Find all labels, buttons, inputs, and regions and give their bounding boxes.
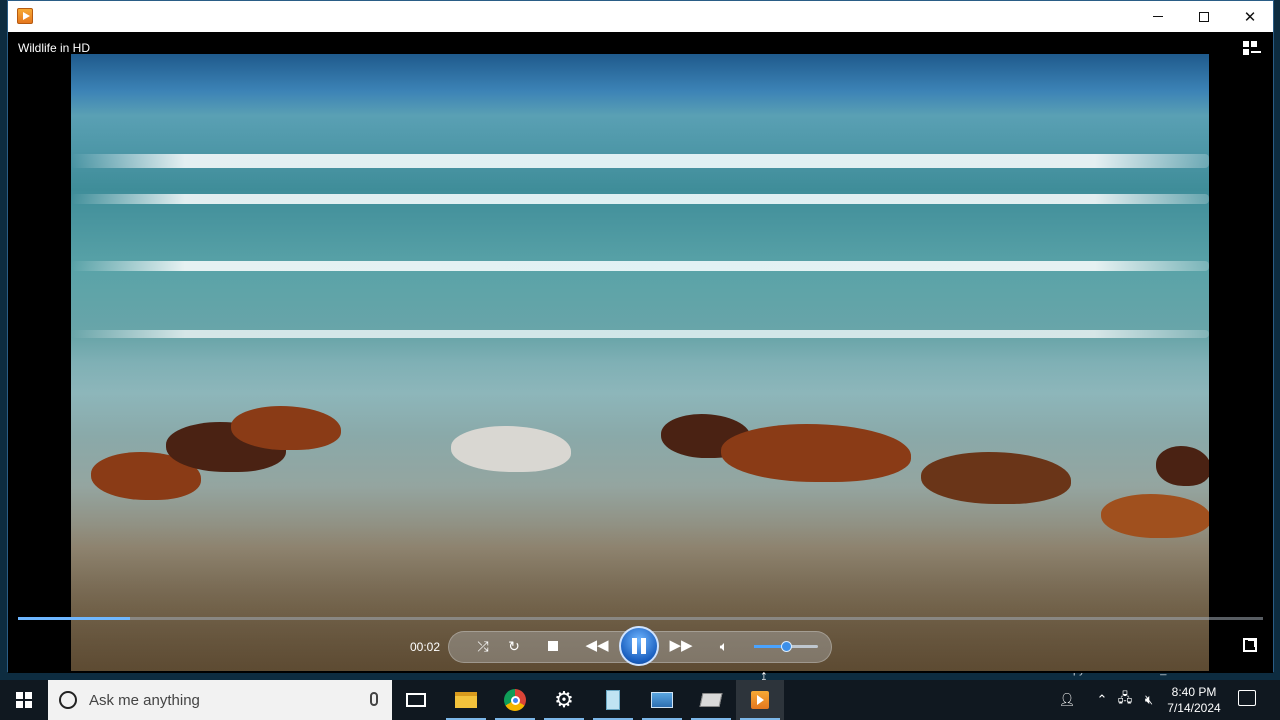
task-view-icon (406, 693, 426, 707)
rewind-icon: ◀◀ (585, 637, 609, 654)
chrome-button[interactable] (491, 680, 539, 720)
chevron-up-icon: ⌃ (1096, 692, 1108, 707)
clock-date: 7/14/2024 (1167, 701, 1221, 715)
speaker-icon: 🔈︎ (719, 637, 729, 654)
horse (1156, 446, 1209, 486)
clock-time: 8:40 PM (1171, 685, 1217, 699)
video-title: Wildlife in HD (18, 41, 91, 55)
wave (71, 154, 1209, 168)
elapsed-time: 00:02 (410, 640, 441, 654)
package-icon (699, 693, 723, 707)
pause-icon-bar (641, 638, 646, 654)
wave (71, 194, 1209, 204)
cortana-icon (59, 691, 77, 709)
video-area[interactable]: Wildlife in HD 00:02 ⤮ ↻ ◀◀ ▶▶ 🔈︎ (8, 32, 1273, 673)
maximize-icon (1199, 11, 1209, 22)
task-view-button[interactable] (392, 680, 440, 720)
close-button[interactable]: ✕ (1227, 1, 1273, 32)
horse (721, 424, 911, 482)
search-box[interactable]: Ask me anything (48, 680, 392, 720)
minimize-button[interactable] (1135, 1, 1181, 32)
people-icon: 👤︎ (1058, 692, 1076, 707)
microphone-icon[interactable] (370, 692, 378, 706)
repeat-icon[interactable]: ↻ (505, 637, 523, 655)
folder-icon (455, 692, 477, 708)
media-player-icon (17, 8, 33, 24)
taskbar: Ask me anything ⚙ 👤︎ ⌃ 🖧︎ 🔇︎ 8:40 PM 7/1… (0, 680, 1280, 720)
gear-icon: ⚙ (554, 687, 574, 712)
volume-slider[interactable] (754, 641, 818, 652)
photos-button[interactable] (638, 680, 686, 720)
media-player-taskbar-button[interactable] (736, 680, 784, 720)
wave (71, 330, 1209, 338)
clock[interactable]: 8:40 PM 7/14/2024 (1152, 684, 1236, 716)
action-center-icon[interactable] (1238, 690, 1256, 706)
package-button[interactable] (687, 680, 735, 720)
switch-to-now-playing-icon[interactable] (1243, 638, 1257, 652)
close-icon: ✕ (1243, 8, 1257, 26)
horse (451, 426, 571, 472)
horse (921, 452, 1071, 504)
previous-button[interactable]: ◀◀ (584, 635, 610, 655)
file-explorer-button[interactable] (442, 680, 490, 720)
start-button[interactable] (0, 680, 48, 720)
horse (231, 406, 341, 450)
picture-icon (651, 692, 673, 708)
maximize-button[interactable] (1181, 1, 1227, 32)
shuffle-icon[interactable]: ⤮ (474, 637, 492, 655)
show-hidden-icons-button[interactable]: ⌃ (1092, 680, 1112, 720)
pause-button[interactable] (619, 626, 659, 666)
search-placeholder: Ask me anything (89, 691, 200, 709)
stop-icon (548, 641, 558, 651)
video-frame (71, 54, 1209, 671)
seek-bar[interactable] (18, 617, 1263, 620)
stop-button[interactable] (544, 637, 562, 655)
switch-to-library-icon[interactable] (1243, 40, 1261, 56)
seek-progress (18, 617, 131, 620)
media-player-icon (751, 691, 769, 709)
minimize-icon (1153, 16, 1163, 17)
title-bar[interactable]: ✕ (8, 1, 1273, 32)
network-button[interactable]: 🖧︎ (1114, 680, 1136, 720)
next-button[interactable]: ▶▶ (668, 635, 694, 655)
settings-button[interactable]: ⚙ (540, 680, 588, 720)
windows-logo-icon (16, 692, 32, 708)
notepad-button[interactable] (589, 680, 637, 720)
fast-forward-icon: ▶▶ (669, 637, 693, 654)
wave (71, 261, 1209, 271)
media-player-window: ✕ Wildlife in HD 00:02 ⤮ ↻ ◀◀ ▶▶ 🔈︎ (7, 0, 1274, 673)
pause-icon (632, 638, 637, 654)
notepad-icon (606, 690, 620, 710)
people-button[interactable]: 👤︎ (1054, 680, 1080, 720)
chrome-icon (504, 689, 526, 711)
volume-knob[interactable] (781, 641, 792, 652)
mute-button[interactable]: 🔈︎ (714, 636, 734, 656)
network-icon: 🖧︎ (1117, 690, 1133, 705)
horse (1101, 494, 1209, 538)
